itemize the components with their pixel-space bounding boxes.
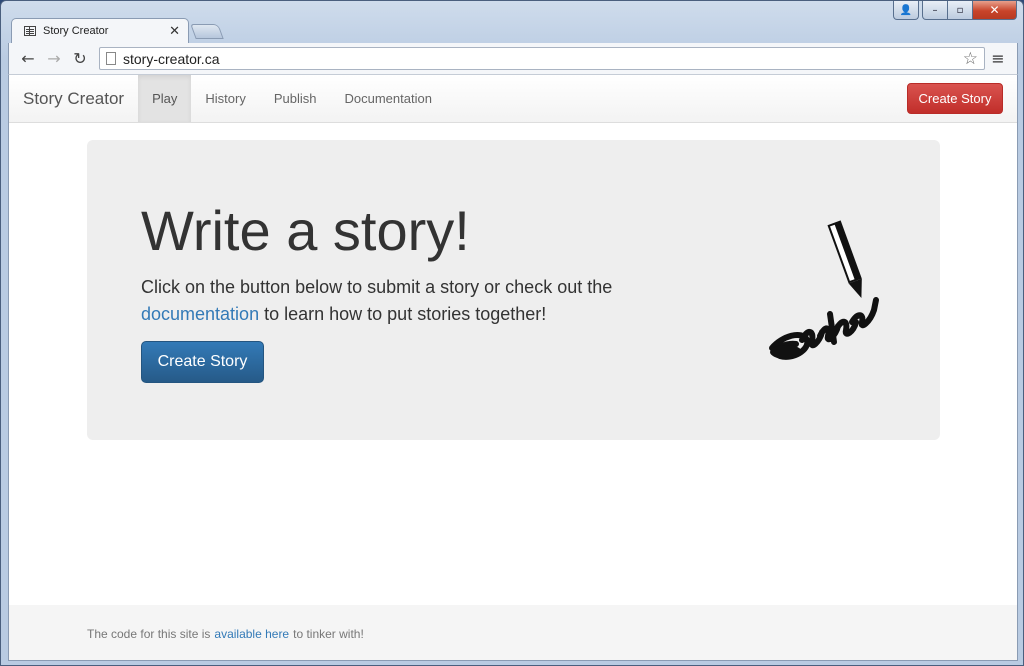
navbar-create-story-button[interactable]: Create Story [907, 83, 1003, 114]
site-footer: The code for this site is available here… [9, 605, 1017, 660]
bookmark-star-icon[interactable]: ☆ [963, 49, 978, 69]
new-tab-button[interactable] [190, 24, 224, 39]
tab-title: Story Creator [43, 25, 109, 37]
create-story-button[interactable]: Create Story [141, 341, 264, 383]
nav-link-play[interactable]: Play [138, 75, 192, 122]
favicon-icon [24, 26, 36, 36]
site-navbar: Story Creator Play History Publish Docum… [9, 75, 1017, 123]
footer-text-after: to tinker with! [293, 626, 364, 641]
source-code-link[interactable]: available here [214, 627, 289, 641]
tab-close-icon[interactable]: ✕ [169, 24, 180, 39]
browser-tab[interactable]: Story Creator ✕ [11, 18, 189, 43]
browser-toolbar: ← → ↻ story-creator.ca ☆ ≡ [8, 43, 1018, 74]
page-viewport: Story Creator Play History Publish Docum… [8, 74, 1018, 661]
forward-icon[interactable]: → [41, 49, 67, 68]
jumbotron-description: Click on the button below to submit a st… [141, 274, 661, 328]
maximize-button[interactable]: ▫ [948, 1, 973, 20]
back-icon[interactable]: ← [15, 49, 41, 68]
nav-link-history[interactable]: History [191, 75, 259, 122]
page-title: Write a story! [141, 199, 470, 262]
site-brand[interactable]: Story Creator [9, 75, 138, 122]
jumbotron: Write a story! Click on the button below… [87, 140, 940, 440]
footer-text-before: The code for this site is [87, 626, 211, 641]
minimize-button[interactable]: – [922, 1, 948, 20]
nav-link-documentation[interactable]: Documentation [330, 75, 445, 122]
window-controls: 👤 – ▫ ✕ [893, 1, 1017, 20]
address-bar[interactable]: story-creator.ca ☆ [99, 47, 985, 70]
pen-writing-icon [769, 220, 879, 360]
tab-strip: Story Creator ✕ [11, 18, 224, 43]
page-icon [106, 52, 116, 65]
description-text-after: to learn how to put stories together! [259, 304, 547, 324]
nav-link-publish[interactable]: Publish [260, 75, 331, 122]
url-text: story-creator.ca [123, 50, 220, 67]
user-icon[interactable]: 👤 [893, 1, 919, 20]
reload-icon[interactable]: ↻ [67, 49, 93, 68]
documentation-link[interactable]: documentation [141, 304, 259, 324]
close-window-button[interactable]: ✕ [973, 1, 1017, 20]
description-text-before: Click on the button below to submit a st… [141, 277, 613, 297]
browser-window: 👤 – ▫ ✕ Story Creator ✕ ← → ↻ story-crea… [0, 0, 1024, 666]
menu-icon[interactable]: ≡ [985, 49, 1011, 68]
